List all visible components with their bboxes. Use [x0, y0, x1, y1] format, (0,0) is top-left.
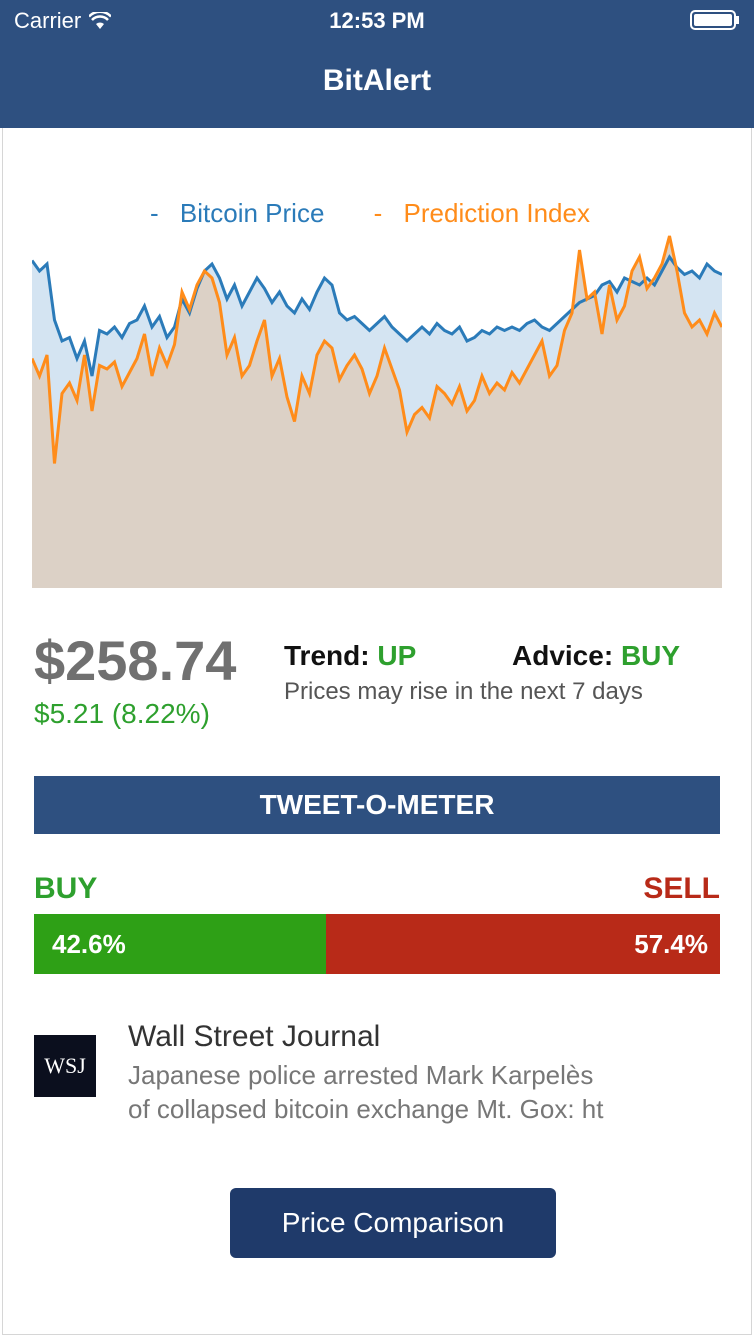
news-text[interactable]: Japanese police arrested Mark Karpelès o… — [128, 1058, 728, 1126]
legend-bitcoin-price: - Bitcoin Price — [150, 198, 325, 228]
tweet-o-meter-header: TWEET-O-METER — [34, 776, 720, 834]
wsj-logo: WSJ — [34, 1035, 96, 1097]
trend-value: UP — [377, 640, 417, 671]
price-chart — [32, 235, 722, 588]
trend-indicator: Trend: UP — [284, 640, 416, 672]
sell-label: SELL — [643, 872, 720, 905]
price-change: $5.21 (8.22%) — [34, 698, 210, 729]
status-time: 12:53 PM — [329, 8, 425, 33]
advice-label: Advice: — [512, 640, 621, 671]
advice-indicator: Advice: BUY — [512, 640, 680, 672]
trend-label: Trend: — [284, 640, 378, 671]
advice-value: BUY — [620, 640, 681, 671]
current-price: $258.74 — [34, 629, 237, 692]
battery-icon — [690, 10, 739, 30]
status-bar: Carrier 12:53 PM — [0, 0, 754, 40]
news-source[interactable]: Wall Street Journal — [128, 1020, 380, 1054]
buy-segment: 42.6% — [34, 914, 327, 974]
chart-legend: - Bitcoin Price - Prediction Index — [0, 198, 754, 229]
tweet-o-meter-bar: 42.6% 57.4% — [34, 914, 720, 974]
price-comparison-button[interactable]: Price Comparison — [230, 1188, 556, 1258]
legend-prediction-index: - Prediction Index — [373, 198, 590, 228]
prediction-hint: Prices may rise in the next 7 days — [284, 678, 643, 705]
app-title: BitAlert — [322, 64, 432, 97]
nav-bar: Carrier 12:53 PM BitAlert — [0, 0, 754, 128]
sell-segment: 57.4% — [326, 914, 720, 974]
buy-label: BUY — [34, 872, 98, 905]
